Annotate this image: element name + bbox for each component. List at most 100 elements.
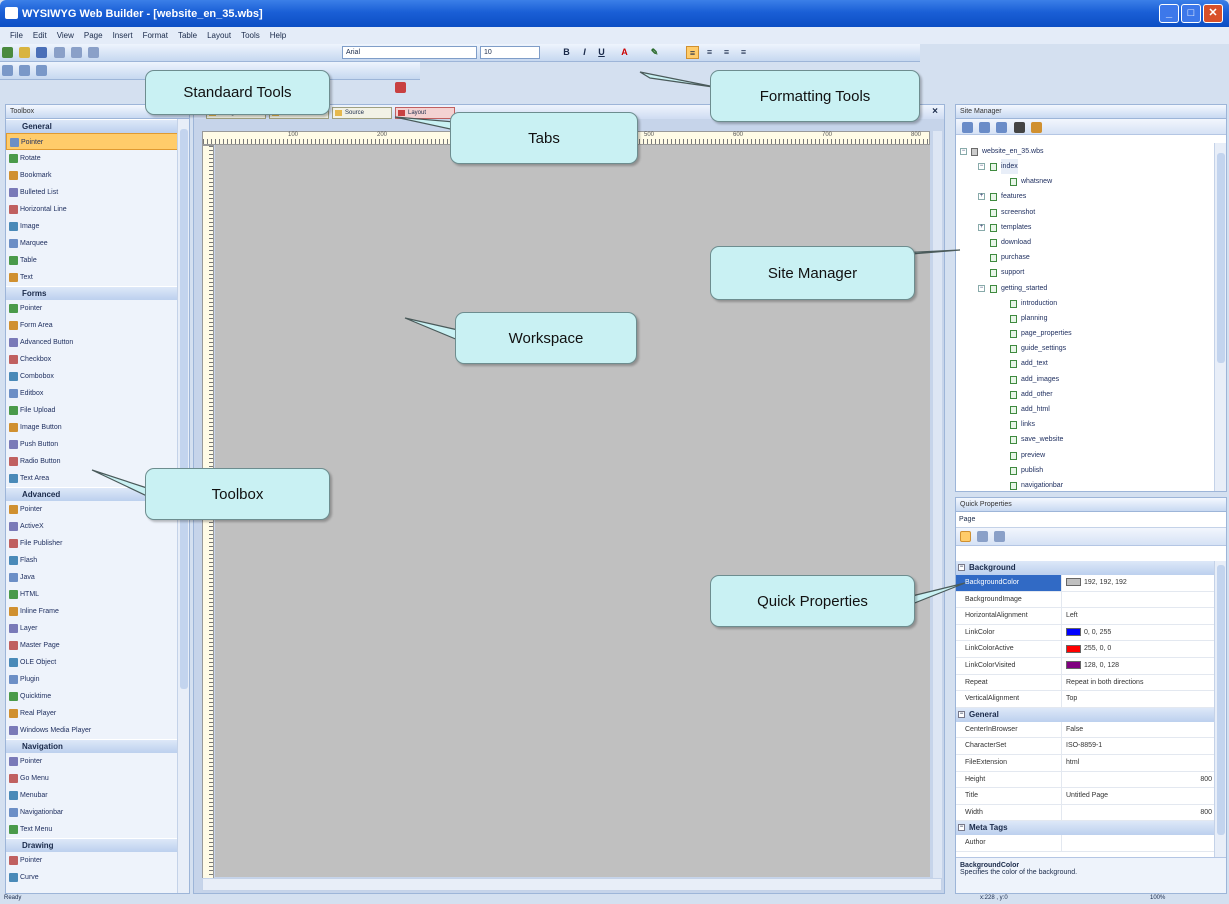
- menu-format[interactable]: Format: [143, 31, 168, 40]
- property-value[interactable]: 255, 0, 0: [1062, 641, 1216, 657]
- property-value[interactable]: Left: [1062, 608, 1216, 624]
- tree-item-features[interactable]: + features: [956, 189, 1214, 204]
- tree-item-add-images[interactable]: add_images: [956, 372, 1214, 387]
- toolbox-group-general[interactable]: General: [6, 119, 178, 133]
- toolbox-item-pointer[interactable]: Pointer: [6, 852, 178, 869]
- property-value[interactable]: 800: [1062, 805, 1216, 821]
- minimize-button[interactable]: _: [1159, 4, 1179, 23]
- toolbox-item-pointer[interactable]: Pointer: [6, 133, 178, 150]
- toolbox-group-drawing[interactable]: Drawing: [6, 838, 178, 852]
- property-row-characterset[interactable]: CharacterSet ISO-8859-1: [956, 738, 1216, 755]
- collapse-icon[interactable]: −: [960, 148, 967, 155]
- italic-button[interactable]: I: [578, 46, 591, 59]
- property-value[interactable]: Top: [1062, 691, 1216, 707]
- cut-icon[interactable]: [53, 47, 65, 58]
- toolbox-item-advanced-button[interactable]: Advanced Button: [6, 334, 178, 351]
- new-icon[interactable]: [2, 47, 13, 58]
- toolbox-item-inline-frame[interactable]: Inline Frame: [6, 603, 178, 620]
- open-icon[interactable]: [19, 47, 31, 58]
- workspace-horizontal-scrollbar[interactable]: [202, 878, 942, 891]
- maximize-button[interactable]: □: [1181, 4, 1201, 23]
- expand-icon[interactable]: +: [978, 193, 985, 201]
- toolbox-item-checkbox[interactable]: Checkbox: [6, 351, 178, 368]
- new-page-icon[interactable]: [962, 122, 973, 133]
- toolbox-item-combobox[interactable]: Combobox: [6, 368, 178, 385]
- toolbox-item-flash[interactable]: Flash: [6, 552, 178, 569]
- highlight-icon[interactable]: ✎: [648, 46, 661, 59]
- align-center-icon[interactable]: ≡: [703, 46, 716, 59]
- property-pages-icon[interactable]: [994, 531, 1006, 542]
- layout-order-icon[interactable]: [36, 65, 48, 76]
- align-justify-icon[interactable]: ≡: [737, 46, 750, 59]
- toolbox-item-table[interactable]: Table: [6, 252, 178, 269]
- tree-item-page-properties[interactable]: page_properties: [956, 326, 1214, 341]
- toolbox-item-bulleted-list[interactable]: Bulleted List: [6, 184, 178, 201]
- tab-source[interactable]: Source: [332, 107, 392, 119]
- move-icon[interactable]: [996, 122, 1008, 133]
- toolbox-item-text-menu[interactable]: Text Menu: [6, 821, 178, 838]
- property-value[interactable]: [1062, 835, 1216, 851]
- property-value[interactable]: 0, 0, 255: [1062, 625, 1216, 641]
- expand-icon[interactable]: −: [978, 284, 985, 292]
- tree-item-purchase[interactable]: purchase: [956, 250, 1214, 265]
- toolbox-item-image[interactable]: Image: [6, 218, 178, 235]
- toolbox-item-windows-media-player[interactable]: Windows Media Player: [6, 722, 178, 739]
- toolbox-item-navigationbar[interactable]: Navigationbar: [6, 804, 178, 821]
- toolbox-item-push-button[interactable]: Push Button: [6, 436, 178, 453]
- publish-icon[interactable]: [1030, 122, 1042, 133]
- toolbox-item-master-page[interactable]: Master Page: [6, 637, 178, 654]
- tree-item-index[interactable]: − index: [956, 159, 1214, 174]
- property-value[interactable]: [1062, 592, 1216, 608]
- layout-align-icon[interactable]: [2, 65, 13, 76]
- align-right-icon[interactable]: ≡: [720, 46, 733, 59]
- save-icon[interactable]: [36, 47, 48, 58]
- properties-icon[interactable]: [979, 122, 991, 133]
- tree-item-navigationbar[interactable]: navigationbar: [956, 478, 1214, 493]
- property-value[interactable]: ISO-8859-1: [1062, 738, 1216, 754]
- tree-item-preview[interactable]: preview: [956, 448, 1214, 463]
- collapse-icon[interactable]: −: [958, 824, 965, 832]
- property-value[interactable]: html: [1062, 755, 1216, 771]
- property-row-fileextension[interactable]: FileExtension html: [956, 754, 1216, 772]
- property-row-linkcoloractive[interactable]: LinkColorActive 255, 0, 0: [956, 641, 1216, 658]
- site-manager-scrollbar[interactable]: [1214, 143, 1226, 491]
- collapse-icon[interactable]: −: [958, 710, 965, 718]
- expand-icon[interactable]: −: [978, 163, 985, 170]
- tree-item-screenshot[interactable]: screenshot: [956, 205, 1214, 220]
- toolbox-item-curve[interactable]: Curve: [6, 869, 178, 886]
- property-row-height[interactable]: Height 800: [956, 771, 1216, 789]
- property-value[interactable]: 128, 0, 128: [1062, 658, 1216, 674]
- toolbox-item-text[interactable]: Text: [6, 269, 178, 286]
- property-value[interactable]: 800: [1062, 772, 1216, 788]
- tab-layout[interactable]: Layout: [395, 107, 455, 119]
- toolbox-item-java[interactable]: Java: [6, 569, 178, 586]
- property-row-author[interactable]: Author: [956, 835, 1216, 852]
- property-value[interactable]: 192, 192, 192: [1062, 575, 1216, 591]
- bold-button[interactable]: B: [560, 46, 573, 59]
- toolbox-item-rotate[interactable]: Rotate: [6, 150, 178, 167]
- tree-item-add-text[interactable]: add_text: [956, 356, 1214, 371]
- toolbox-item-horizontal-line[interactable]: Horizontal Line: [6, 201, 178, 218]
- tree-item-introduction[interactable]: introduction: [956, 296, 1214, 311]
- toolbox-item-file-publisher[interactable]: File Publisher: [6, 535, 178, 552]
- property-row-backgroundimage[interactable]: BackgroundImage: [956, 591, 1216, 609]
- menu-table[interactable]: Table: [178, 31, 197, 40]
- tree-item-add-other[interactable]: add_other: [956, 387, 1214, 402]
- close-document-icon[interactable]: ×: [932, 106, 938, 117]
- tree-item-guide-settings[interactable]: guide_settings: [956, 341, 1214, 356]
- toolbox-item-html[interactable]: HTML: [6, 586, 178, 603]
- delete-icon[interactable]: [1013, 122, 1025, 133]
- toolbox-item-marquee[interactable]: Marquee: [6, 235, 178, 252]
- tree-item-support[interactable]: support: [956, 265, 1214, 280]
- toolbox-item-go-menu[interactable]: Go Menu: [6, 770, 178, 787]
- property-row-verticalalignment[interactable]: VerticalAlignment Top: [956, 691, 1216, 708]
- close-button[interactable]: ✕: [1203, 4, 1223, 23]
- toolbox-item-image-button[interactable]: Image Button: [6, 419, 178, 436]
- toolbox-item-real-player[interactable]: Real Player: [6, 705, 178, 722]
- property-value[interactable]: Repeat in both directions: [1062, 675, 1216, 691]
- copy-icon[interactable]: [70, 47, 82, 58]
- underline-button[interactable]: U: [595, 46, 608, 59]
- tree-item-links[interactable]: links: [956, 417, 1214, 432]
- menu-insert[interactable]: Insert: [113, 31, 133, 40]
- property-value[interactable]: False: [1062, 722, 1216, 738]
